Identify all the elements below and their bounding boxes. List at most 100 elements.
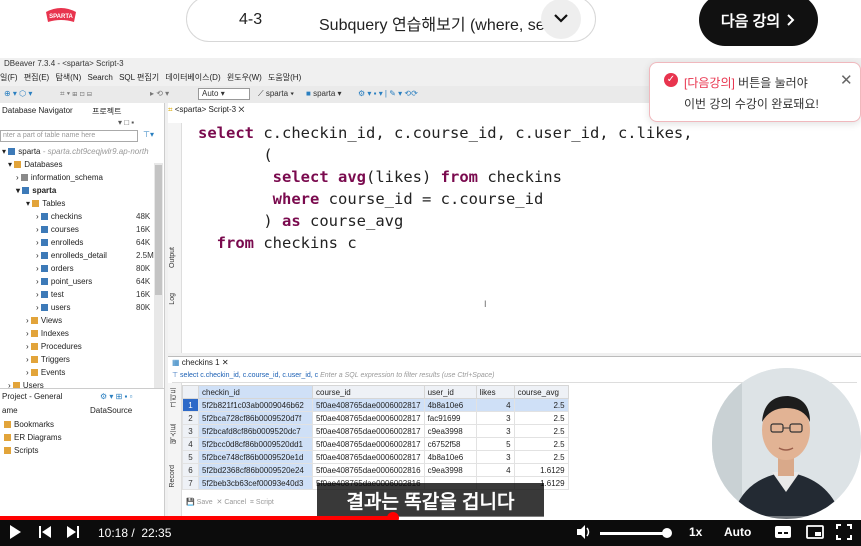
lesson-selector[interactable]: 4-3 Subquery 연습해보기 (where, se (186, 0, 596, 42)
tools-icon[interactable]: ⚙ ▾ ▪ ▾ | ✎ ▾ ⟲⟳ (358, 89, 418, 98)
table-row[interactable]: 3 5f2bcafd8cf86b0009520dc7 5f0ae408765da… (182, 424, 569, 438)
tree-folder-triggers[interactable]: › Triggers (26, 353, 70, 366)
menu-file[interactable]: 일(F) (0, 73, 18, 82)
menu-help[interactable]: 도움말(H) (268, 73, 301, 82)
menu-edit[interactable]: 편집(E) (24, 73, 49, 82)
tab-output[interactable]: Output (169, 247, 181, 268)
video-frame[interactable]: DBeaver 7.3.4 - <sparta> Script-3 일(F) 편… (0, 58, 861, 519)
cell[interactable]: 5f2bca728cf86b0009520d7f (198, 411, 313, 425)
cell[interactable]: 5f2beb3cb63cef00093e40d3 (198, 476, 313, 490)
tree-folder-events[interactable]: › Events (26, 366, 65, 379)
tree-table-item[interactable]: › enrolleds_detail (36, 249, 107, 262)
cell[interactable]: c9ea3998 (423, 463, 477, 477)
connect-icon[interactable]: ⊕ ▾ ⬡ ▾ (4, 89, 32, 98)
tree-table-item[interactable]: › enrolleds (36, 236, 83, 249)
cell[interactable]: 5f2b821f1c03ab0009046b62 (198, 398, 313, 412)
tree-tables[interactable]: ▾ Tables (26, 197, 65, 210)
tree-table-item[interactable]: › courses (36, 223, 79, 236)
menu-sql-editor[interactable]: SQL 편집기 (119, 73, 159, 82)
project-item-scripts[interactable]: Scripts (4, 444, 38, 457)
table-row[interactable]: 2 5f2bca728cf86b0009520d7f 5f0ae408765da… (182, 411, 569, 425)
results-grid[interactable]: checkin_id course_id user_id likes cours… (182, 385, 569, 490)
cell[interactable]: 3 (475, 424, 515, 438)
transaction-mode-select[interactable]: Auto ▾ (198, 88, 250, 100)
cell[interactable]: 2.5 (513, 398, 569, 412)
tab-database-navigator[interactable]: Database Navigator (2, 106, 73, 115)
cell[interactable]: c9ea3998 (423, 424, 477, 438)
tab-grid[interactable]: 그리드 (169, 387, 181, 408)
tree-folder-indexes[interactable]: › Indexes (26, 327, 69, 340)
previous-icon[interactable] (38, 525, 52, 542)
fullscreen-icon[interactable] (836, 524, 852, 543)
table-row[interactable]: 5 5f2bce748cf86b0009520e1d 5f0ae408765da… (182, 450, 569, 464)
cell[interactable]: 1.6129 (513, 463, 569, 477)
play-icon[interactable] (8, 524, 22, 543)
column-header[interactable]: checkin_id (198, 385, 313, 399)
project-tool-icons[interactable]: ⚙ ▾ ⊞ ▪ ▫ (100, 392, 132, 401)
project-item-bookmarks[interactable]: Bookmarks (4, 418, 54, 431)
table-row[interactable]: 1 5f2b821f1c03ab0009046b62 5f0ae408765da… (182, 398, 569, 412)
tree-table-item[interactable]: › test (36, 288, 64, 301)
cell[interactable]: 5f0ae408765dae0006002817 (312, 424, 425, 438)
cell[interactable]: 2.5 (513, 424, 569, 438)
quality-button[interactable]: Auto (724, 525, 751, 539)
navigator-scrollbar[interactable] (154, 163, 163, 393)
cell[interactable]: 4 (475, 463, 515, 477)
table-row[interactable]: 4 5f2bcc0d8cf86b0009520dd1 5f0ae408765da… (182, 437, 569, 451)
tab-record[interactable]: Record (169, 465, 181, 488)
cell[interactable]: 5f0ae408765dae0006002817 (312, 437, 425, 451)
table-row[interactable]: 6 5f2bd2368cf86b0009520e24 5f0ae408765da… (182, 463, 569, 477)
script-button[interactable]: ⌗ Script (250, 499, 274, 506)
cell[interactable]: 3 (475, 450, 515, 464)
menu-search[interactable]: Search (88, 73, 113, 82)
sql-editor[interactable]: ⌗ <sparta> Script-3 ✕ Output Log select … (168, 103, 861, 353)
menu-window[interactable]: 윈도우(W) (227, 73, 262, 82)
tab-project[interactable]: 프로젝트 (92, 106, 121, 117)
column-header[interactable]: user_id (423, 385, 477, 399)
commit-icon[interactable]: ▸ ⟲ ▾ (150, 89, 169, 98)
cell[interactable]: 3 (475, 411, 515, 425)
cell[interactable]: 2.5 (513, 411, 569, 425)
scrollbar-thumb[interactable] (155, 165, 162, 295)
navigator-tool-icons[interactable]: ▾ □ ▪ (118, 118, 134, 127)
tree-table-item[interactable]: › users (36, 301, 70, 314)
sparta-logo[interactable]: SPARTA (42, 6, 80, 26)
tree-folder-views[interactable]: › Views (26, 314, 62, 327)
tree-schema-sparta[interactable]: ▾ sparta (16, 184, 56, 197)
chevron-down-icon[interactable] (541, 0, 581, 39)
cell[interactable]: 5f0ae408765dae0006002816 (312, 463, 425, 477)
cell[interactable]: 2.5 (513, 437, 569, 451)
save-button[interactable]: 💾 Save (186, 499, 213, 506)
tree-schema-information[interactable]: › information_schema (16, 171, 103, 184)
tree-table-item[interactable]: › checkins (36, 210, 82, 223)
results-tab[interactable]: ▦ checkins 1 ✕ (172, 358, 229, 367)
cell[interactable]: 4b8a10e6 (423, 450, 477, 464)
cell[interactable]: c6752f58 (423, 437, 477, 451)
cell[interactable]: 2.5 (513, 450, 569, 464)
cell[interactable]: 5f2bcc0d8cf86b0009520dd1 (198, 437, 313, 451)
cell[interactable]: 4 (475, 398, 515, 412)
cancel-button[interactable]: ✕ Cancel (217, 499, 247, 506)
column-header[interactable]: likes (475, 385, 515, 399)
miniplayer-icon[interactable] (806, 524, 824, 543)
sql-code[interactable]: select c.checkin_id, c.course_id, c.user… (198, 122, 693, 254)
tab-log[interactable]: Log (169, 293, 181, 305)
tree-connection[interactable]: ▾ sparta - sparta.cbt9ceqjwlr9.ap-north (2, 145, 149, 158)
sql-icon[interactable]: ⌗ ▾ ⊞ ⊡ ⊟ (60, 89, 92, 99)
table-filter-input[interactable]: nter a part of table name here (0, 130, 138, 142)
column-header[interactable]: course_avg (513, 385, 569, 399)
cell[interactable]: 5f2bce748cf86b0009520e1d (198, 450, 313, 464)
tree-table-item[interactable]: › orders (36, 262, 74, 275)
cell[interactable]: 4b8a10e6 (423, 398, 477, 412)
cell[interactable]: 5f0ae408765dae0006002817 (312, 450, 425, 464)
active-schema[interactable]: ■ sparta ▾ (306, 89, 342, 98)
project-panel-title[interactable]: Project - General (2, 392, 62, 401)
cell[interactable]: 5f0ae408765dae0006002817 (312, 398, 425, 412)
volume-knob[interactable] (661, 528, 672, 538)
active-datasource[interactable]: ⟋ sparta ▾ (258, 89, 294, 99)
next-lecture-button[interactable]: 다음 강의 (699, 0, 818, 46)
menu-navigate[interactable]: 탐색(N) (55, 73, 81, 82)
volume-icon[interactable] (576, 524, 592, 543)
column-header[interactable]: course_id (312, 385, 425, 399)
tree-databases[interactable]: ▾ Databases (8, 158, 63, 171)
